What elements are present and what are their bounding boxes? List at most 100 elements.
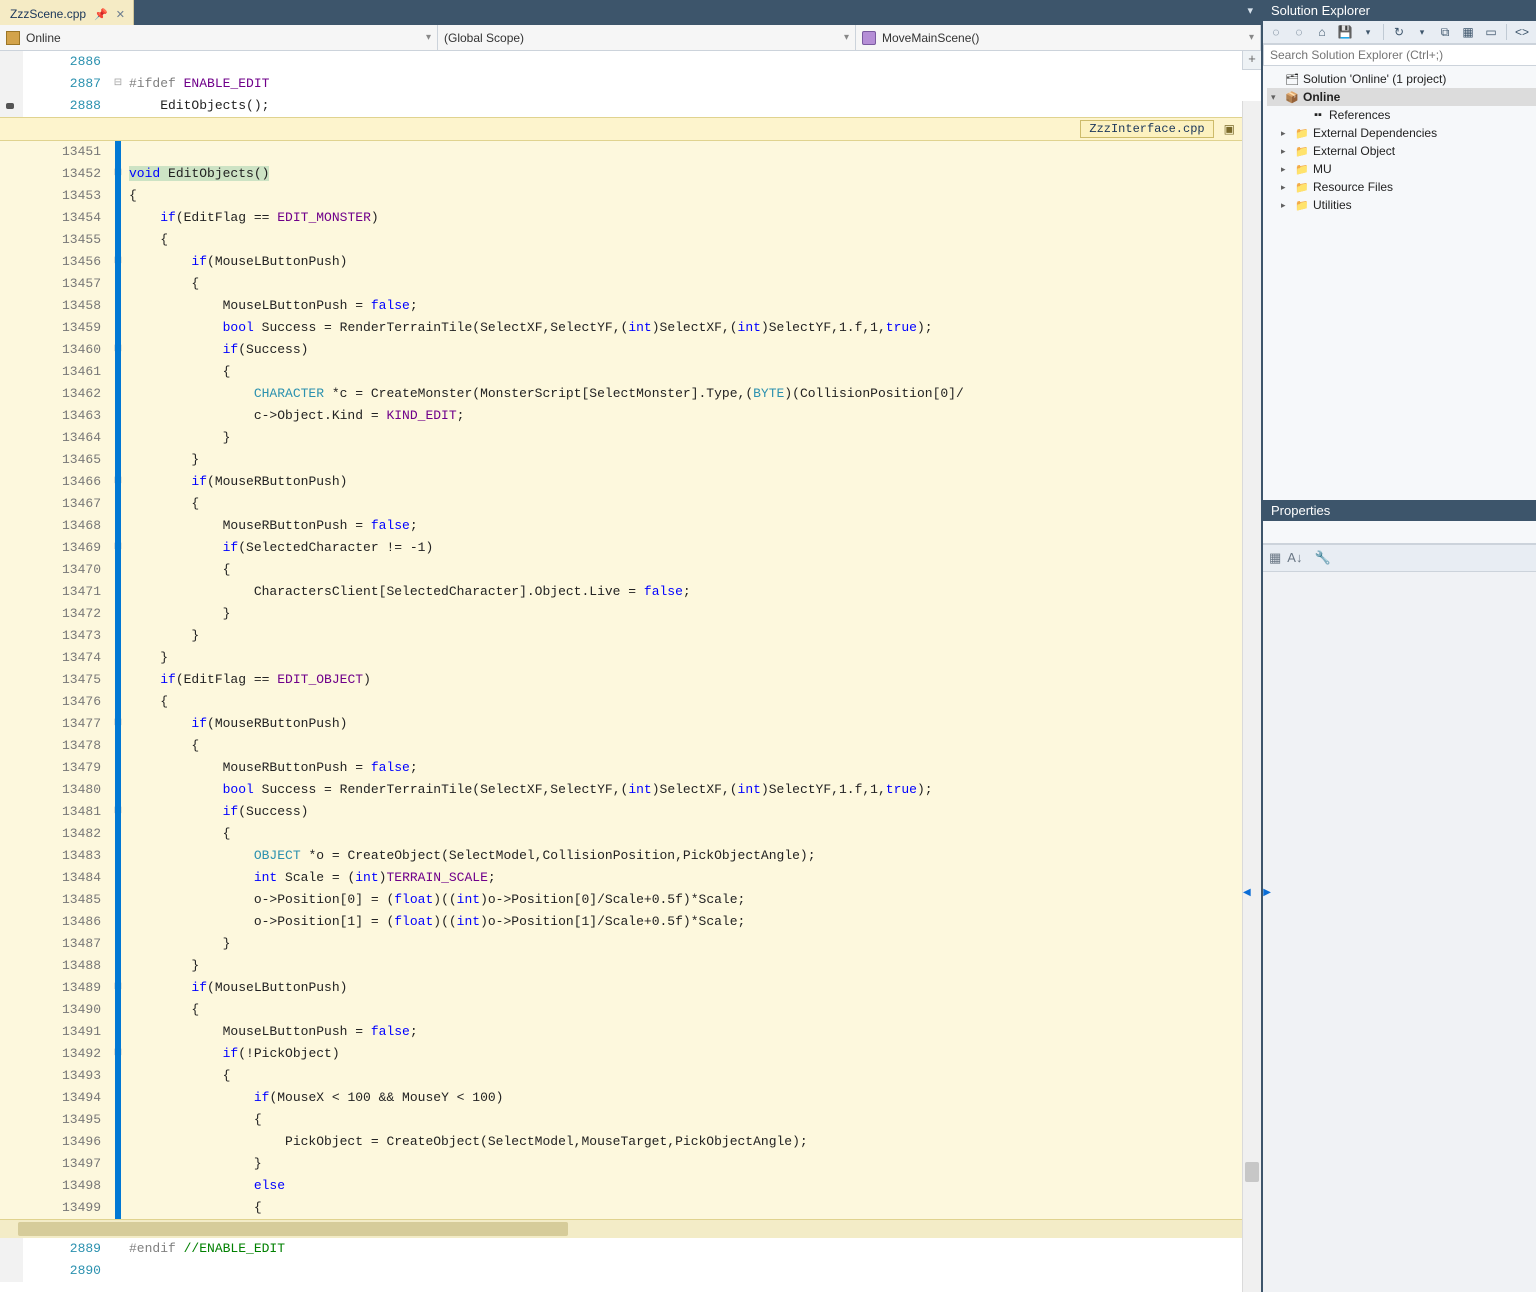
expand-icon[interactable]: ▸ xyxy=(1281,200,1291,211)
tree-item-resource-files[interactable]: ▸ 📁 Resource Files xyxy=(1267,178,1536,196)
code-line: void EditObjects() xyxy=(125,163,1261,185)
code-line: { xyxy=(125,691,1261,713)
tree-item-utilities[interactable]: ▸ 📁 Utilities xyxy=(1267,196,1536,214)
editor-vertical-scrollbar[interactable] xyxy=(1242,101,1261,1292)
tree-item-mu[interactable]: ▸ 📁 MU xyxy=(1267,160,1536,178)
code-line: { xyxy=(125,361,1261,383)
code-line: bool Success = RenderTerrainTile(SelectX… xyxy=(125,317,1261,339)
property-pages-icon[interactable]: 🔧 xyxy=(1314,550,1330,566)
code-line: c->Object.Kind = KIND_EDIT; xyxy=(125,405,1261,427)
tree-project-node[interactable]: ▾ 📦 Online xyxy=(1267,88,1536,106)
line-number: 2887 xyxy=(23,73,111,95)
line-number: 13485 xyxy=(23,889,111,911)
tree-label: Online xyxy=(1303,90,1340,104)
show-all-icon[interactable]: ▦ xyxy=(1460,24,1476,40)
code-line: { xyxy=(125,273,1261,295)
refresh-icon[interactable]: ↻ xyxy=(1391,24,1407,40)
alphabetical-icon[interactable]: A↓ xyxy=(1287,550,1302,566)
properties-panel: Properties ▦ A↓ 🔧 xyxy=(1263,500,1536,1292)
nav-scope-dropdown[interactable]: (Global Scope) ▾ xyxy=(438,25,856,50)
code-editor[interactable]: + 2886 2887 ⊟ #ifdef ENABLE_EDIT xyxy=(0,51,1261,1292)
code-icon[interactable]: <> xyxy=(1514,24,1530,40)
code-line: if(!PickObject) xyxy=(125,1043,1261,1065)
forward-icon[interactable]: ◌ xyxy=(1291,24,1307,40)
nav-project-dropdown[interactable]: Online ▾ xyxy=(0,25,438,50)
folder-icon: 📁 xyxy=(1295,144,1309,158)
line-number: 13460 xyxy=(23,339,111,361)
line-number: 13495 xyxy=(23,1109,111,1131)
scrollbar-thumb[interactable] xyxy=(18,1222,568,1236)
tab-active-file[interactable]: ZzzScene.cpp 📌 ✕ xyxy=(0,0,134,25)
folder-icon: 📁 xyxy=(1295,180,1309,194)
code-line: if(Success) xyxy=(125,801,1261,823)
tree-label: MU xyxy=(1313,162,1332,176)
code-line: OBJECT *o = CreateObject(SelectModel,Col… xyxy=(125,845,1261,867)
expand-icon[interactable]: ▾ xyxy=(1271,92,1281,103)
scrollbar-thumb[interactable] xyxy=(1245,1162,1259,1182)
tree-solution-node[interactable]: 🗂 Solution 'Online' (1 project) xyxy=(1267,70,1536,88)
properties-icon[interactable]: ▭ xyxy=(1483,24,1499,40)
line-number: 13478 xyxy=(23,735,111,757)
code-line: } xyxy=(125,647,1261,669)
line-number: 13475 xyxy=(23,669,111,691)
code-line: CHARACTER *c = CreateMonster(MonsterScri… xyxy=(125,383,1261,405)
chevron-down-icon[interactable]: ▾ xyxy=(1360,24,1376,40)
peek-file-tab[interactable]: ZzzInterface.cpp xyxy=(1080,120,1213,138)
close-icon[interactable]: ✕ xyxy=(116,8,125,21)
code-line: MouseLButtonPush = false; xyxy=(125,1021,1261,1043)
tree-label: References xyxy=(1329,108,1390,122)
line-number: 13468 xyxy=(23,515,111,537)
tree-item-references[interactable]: ▪▪ References xyxy=(1267,106,1536,124)
pin-icon[interactable]: 📌 xyxy=(94,8,108,21)
line-number: 13459 xyxy=(23,317,111,339)
peek-promote-icon[interactable]: ▣ xyxy=(1224,122,1235,137)
line-number: 13465 xyxy=(23,449,111,471)
code-line: { xyxy=(125,559,1261,581)
nav-function-dropdown[interactable]: MoveMainScene() ▾ xyxy=(856,25,1261,50)
peek-horizontal-scrollbar[interactable] xyxy=(0,1219,1261,1238)
solution-tree[interactable]: 🗂 Solution 'Online' (1 project) ▾ 📦 Onli… xyxy=(1263,66,1536,500)
line-number: 13488 xyxy=(23,955,111,977)
save-icon[interactable]: 💾 xyxy=(1337,24,1353,40)
tab-overflow-button[interactable]: ▾ xyxy=(1239,0,1261,25)
tree-label: Solution 'Online' (1 project) xyxy=(1303,72,1446,86)
collapse-icon[interactable]: ⧉ xyxy=(1437,24,1453,40)
breakpoint-marker[interactable] xyxy=(6,103,14,109)
code-line: { xyxy=(125,735,1261,757)
solution-search[interactable] xyxy=(1263,44,1536,66)
pane-split-handle[interactable] xyxy=(1251,889,1265,899)
expand-icon[interactable]: ▸ xyxy=(1281,146,1291,157)
back-icon[interactable]: ◌ xyxy=(1268,24,1284,40)
line-number: 13464 xyxy=(23,427,111,449)
code-line: if(EditFlag == EDIT_MONSTER) xyxy=(125,207,1261,229)
line-number: 13499 xyxy=(23,1197,111,1219)
line-number: 13454 xyxy=(23,207,111,229)
line-number: 13481 xyxy=(23,801,111,823)
line-number: 13457 xyxy=(23,273,111,295)
line-number: 13462 xyxy=(23,383,111,405)
tree-label: External Object xyxy=(1313,144,1395,158)
categorize-icon[interactable]: ▦ xyxy=(1269,550,1281,566)
tree-item-ext-deps[interactable]: ▸ 📁 External Dependencies xyxy=(1267,124,1536,142)
solution-explorer-toolbar: ◌ ◌ ⌂ 💾 ▾ ↻ ▾ ⧉ ▦ ▭ <> 🔧 xyxy=(1263,21,1536,44)
tree-item-ext-obj[interactable]: ▸ 📁 External Object xyxy=(1267,142,1536,160)
project-icon xyxy=(6,31,20,45)
expand-icon[interactable]: ▸ xyxy=(1281,128,1291,139)
line-number: 13451 xyxy=(23,141,111,163)
peek-window-body[interactable]: 1345113452⊟void EditObjects()13453{13454… xyxy=(0,141,1261,1219)
tree-label: Utilities xyxy=(1313,198,1352,212)
code-line: if(MouseLButtonPush) xyxy=(125,977,1261,999)
line-number: 13497 xyxy=(23,1153,111,1175)
code-line: if(Success) xyxy=(125,339,1261,361)
fold-toggle[interactable]: ⊟ xyxy=(111,73,125,95)
solution-search-input[interactable] xyxy=(1268,47,1536,63)
expand-icon[interactable]: ▸ xyxy=(1281,182,1291,193)
code-line: o->Position[0] = (float)((int)o->Positio… xyxy=(125,889,1261,911)
code-line: MouseLButtonPush = false; xyxy=(125,295,1261,317)
line-number: 13461 xyxy=(23,361,111,383)
home-icon[interactable]: ⌂ xyxy=(1314,24,1330,40)
expand-icon[interactable]: ▸ xyxy=(1281,164,1291,175)
code-line: { xyxy=(125,1197,1261,1219)
line-number: 13473 xyxy=(23,625,111,647)
chevron-down-icon[interactable]: ▾ xyxy=(1414,24,1430,40)
